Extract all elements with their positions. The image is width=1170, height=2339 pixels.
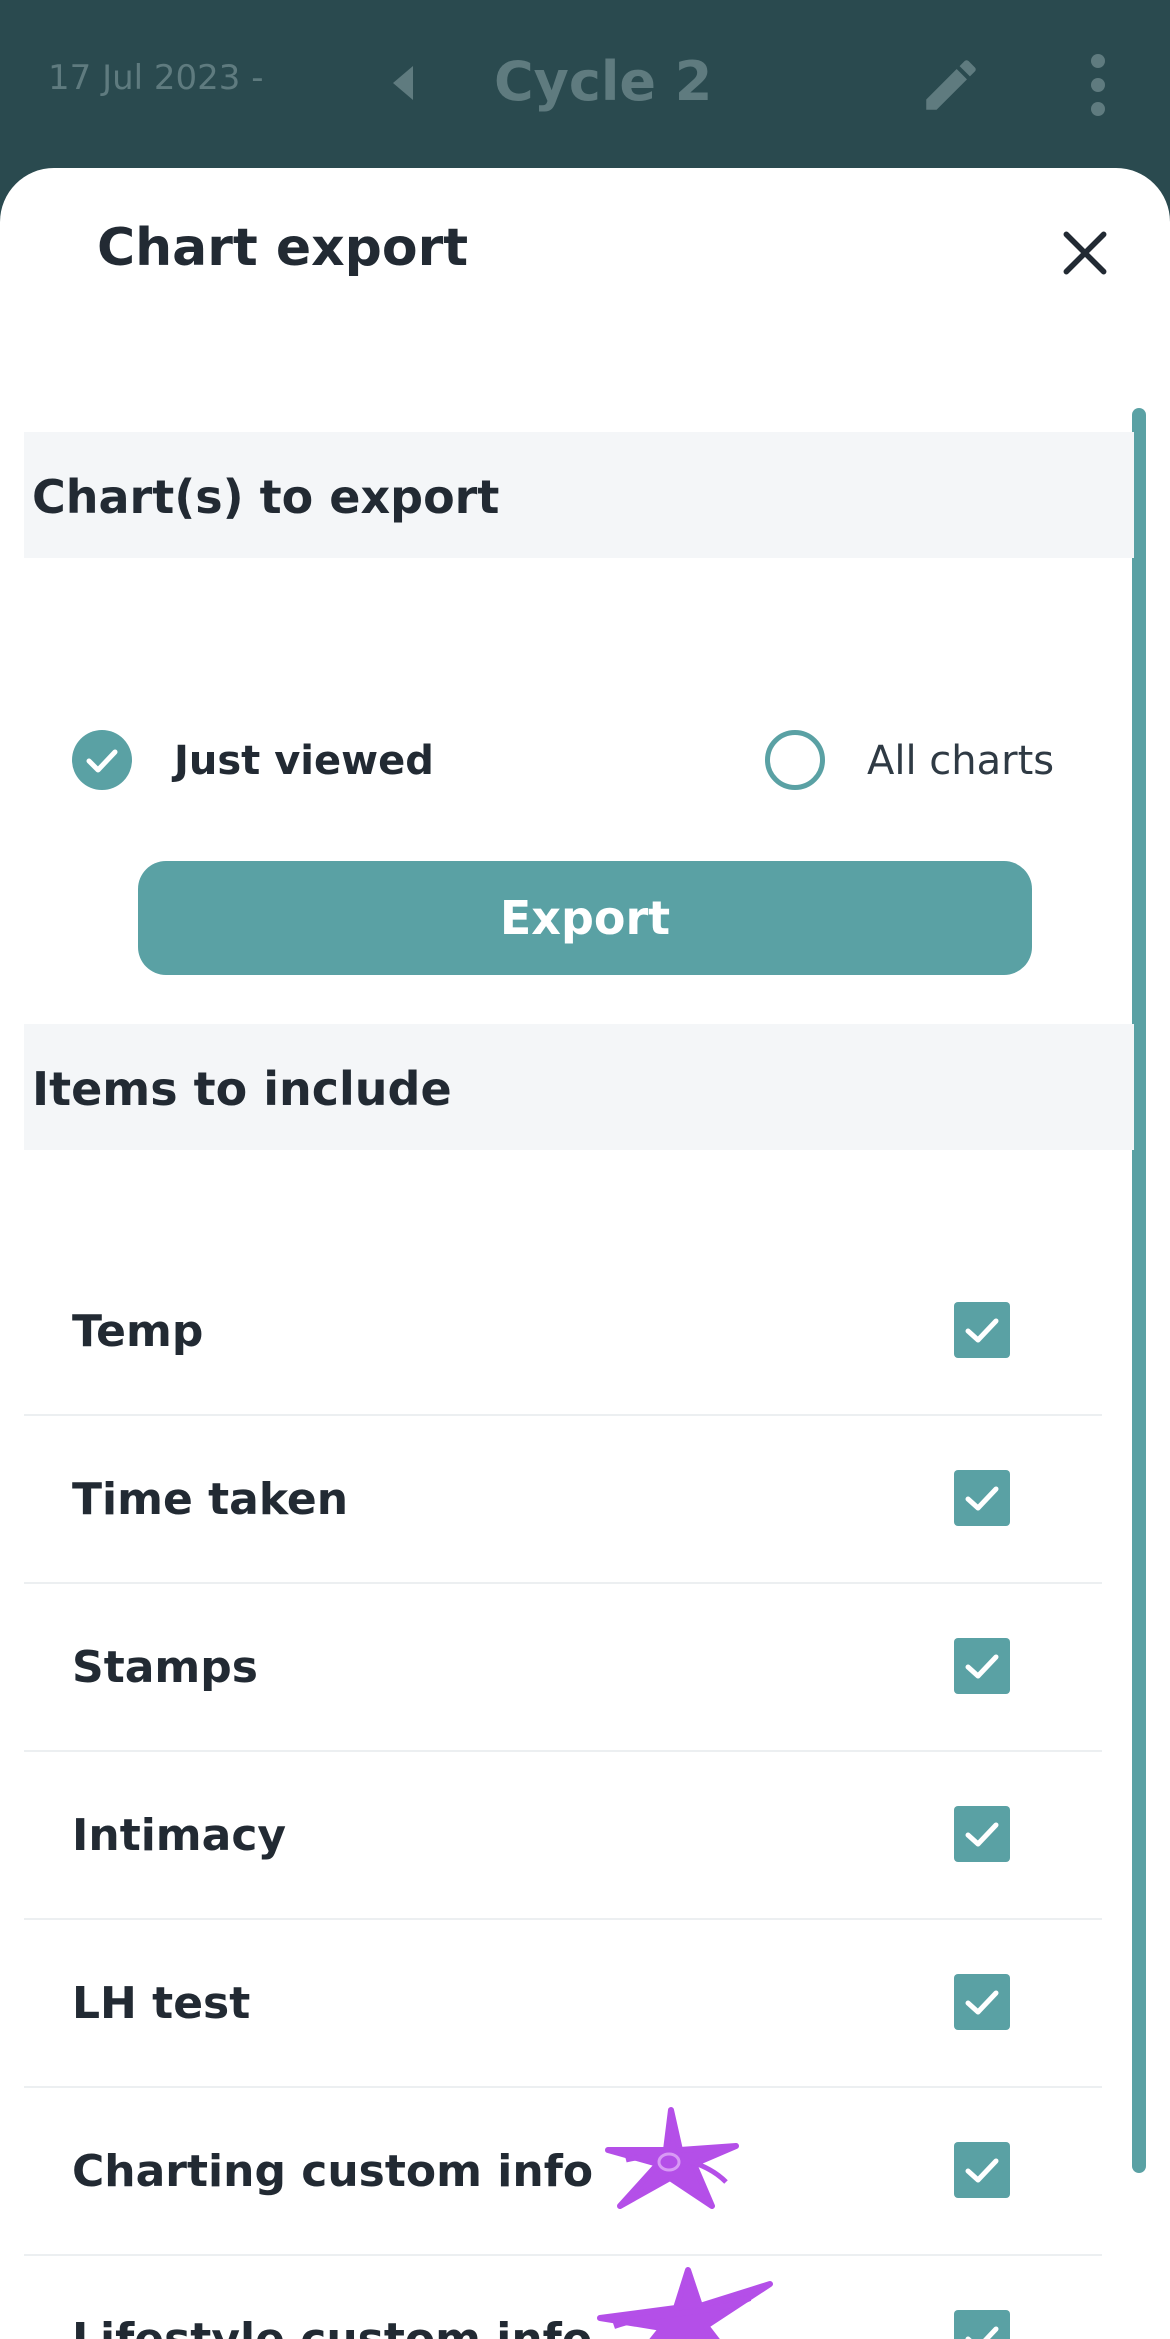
pencil-icon[interactable]: [918, 52, 984, 118]
star-scribble-icon: [597, 2267, 773, 2339]
item-label: Intimacy: [72, 1810, 287, 1861]
chart-export-sheet: Chart export Chart(s) to export Just vie…: [0, 168, 1170, 2339]
checkbox-checked-icon[interactable]: [954, 1806, 1010, 1862]
radio-label-all-charts: All charts: [867, 738, 1055, 784]
list-item-intimacy[interactable]: Intimacy: [24, 1752, 1102, 1920]
checkbox-checked-icon[interactable]: [954, 2142, 1010, 2198]
checkbox-checked-icon[interactable]: [954, 1470, 1010, 1526]
checkbox-checked-icon[interactable]: [954, 2310, 1010, 2339]
section-header-items: Items to include: [24, 1024, 1134, 1150]
item-label: Lifestyle custom info: [72, 2314, 592, 2339]
checkbox-checked-icon[interactable]: [954, 1638, 1010, 1694]
cycle-date-range: 17 Jul 2023 -: [48, 58, 264, 98]
scrollbar[interactable]: [1132, 408, 1146, 2173]
checkbox-checked-icon[interactable]: [954, 1974, 1010, 2030]
list-item-stamps[interactable]: Stamps: [24, 1584, 1102, 1752]
close-icon[interactable]: [1057, 225, 1113, 281]
list-item-time-taken[interactable]: Time taken: [24, 1416, 1102, 1584]
item-label: LH test: [72, 1978, 251, 2029]
radio-unchecked-icon[interactable]: [765, 730, 825, 790]
radio-checked-icon[interactable]: [72, 730, 132, 790]
chart-scope-radio-group: Just viewed All charts: [0, 708, 1110, 808]
list-item-lh-test[interactable]: LH test: [24, 1920, 1102, 2088]
list-item-lifestyle-custom-info[interactable]: Lifestyle custom info: [24, 2256, 1102, 2339]
radio-label-just-viewed: Just viewed: [174, 738, 434, 784]
section-title-items: Items to include: [32, 1062, 452, 1116]
previous-cycle-icon[interactable]: [393, 66, 413, 100]
export-button[interactable]: Export: [138, 861, 1032, 975]
app-bar: 17 Jul 2023 - Cycle 2: [0, 0, 1170, 170]
more-options-icon[interactable]: [1085, 54, 1111, 120]
cycle-title: Cycle 2: [494, 50, 713, 113]
star-scribble-icon: [605, 2107, 739, 2209]
item-label: Stamps: [72, 1642, 258, 1693]
item-label: Temp: [72, 1306, 204, 1357]
list-item-temp[interactable]: Temp: [24, 1248, 1102, 1416]
item-label: Charting custom info: [72, 2146, 594, 2197]
section-header-charts: Chart(s) to export: [24, 432, 1134, 558]
checkbox-checked-icon[interactable]: [954, 1302, 1010, 1358]
section-title-charts: Chart(s) to export: [32, 470, 500, 524]
list-item-charting-custom-info[interactable]: Charting custom info: [24, 2088, 1102, 2256]
sheet-title: Chart export: [97, 218, 469, 278]
item-label: Time taken: [72, 1474, 349, 1525]
